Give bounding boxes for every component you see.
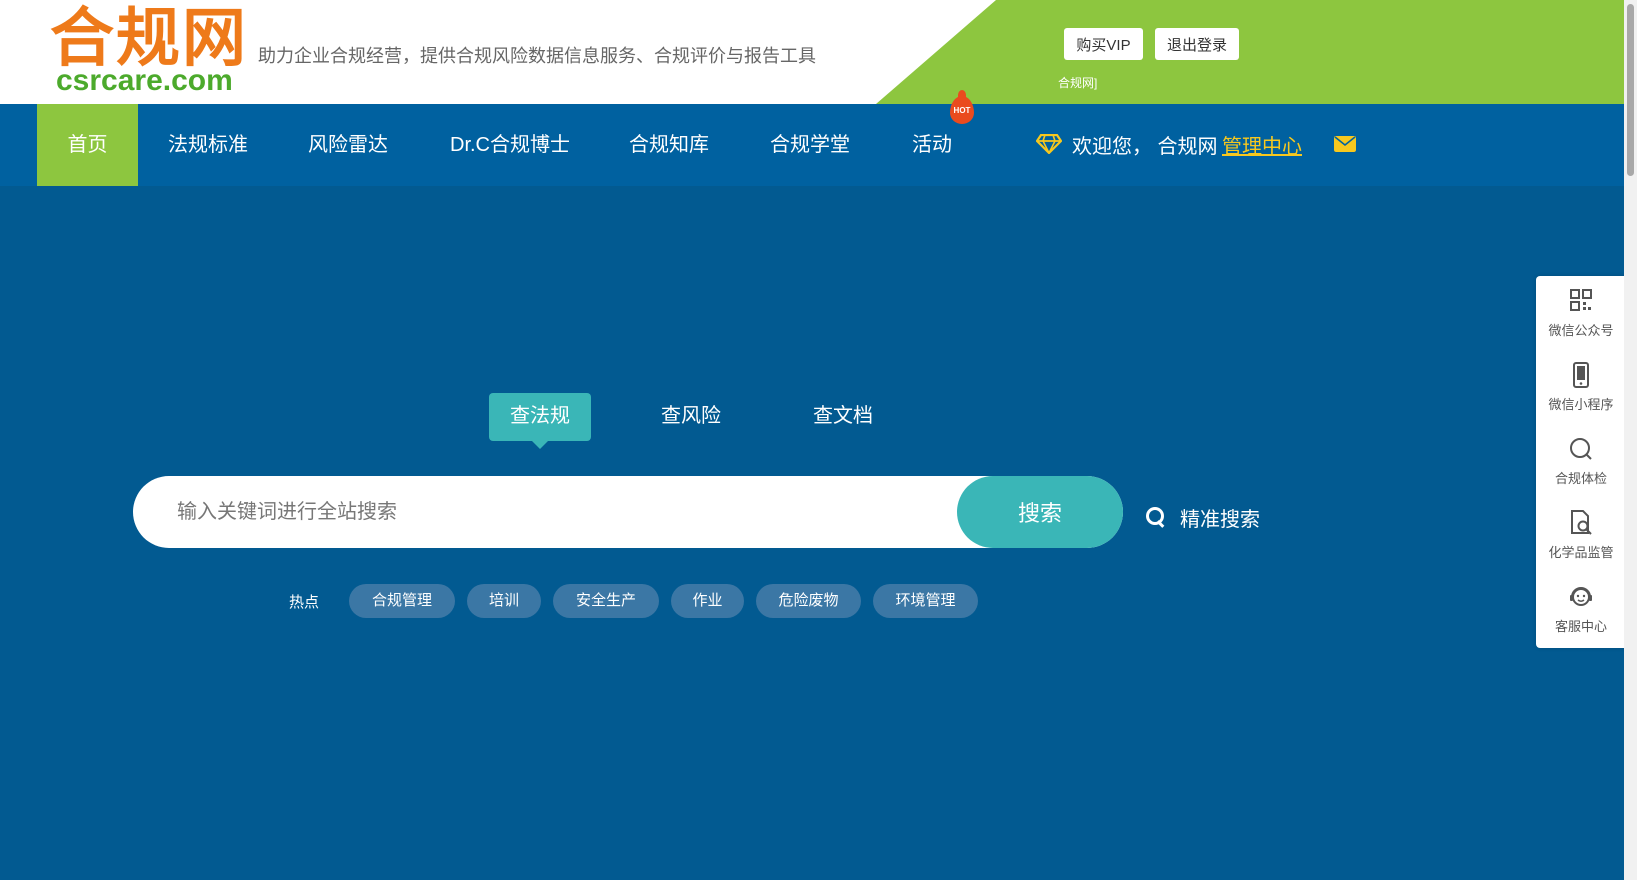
hot-topics-label: 热点 [289,594,320,611]
hot-tag[interactable]: 危险废物 [756,584,861,618]
header-green-panel [876,0,1624,104]
customer-service-icon [1570,587,1592,606]
float-item-label: 微信公众号 [1548,323,1614,338]
search-box: 搜索 [133,476,1123,548]
float-item-compliance-check[interactable]: 合规体检 [1536,424,1626,496]
main-navigation: 首页 法规标准 风险雷达 Dr.C合规博士 合规知库 合规学堂 活动 [0,104,1624,186]
welcome-text: 欢迎您， 合规网 [1072,136,1218,158]
site-tagline: 助力企业合规经营，提供合规风险数据信息服务、合规评价与报告工具 [258,46,816,66]
tab-search-documents[interactable]: 查文档 [797,393,889,441]
float-item-label: 合规体检 [1554,471,1607,486]
document-search-icon [1571,510,1592,535]
nav-item-risk-radar[interactable]: 风险雷达 [296,104,400,186]
mobile-phone-icon [1573,362,1589,388]
diamond-icon [1036,134,1062,154]
scrollbar-thumb[interactable] [1627,4,1634,176]
hot-tag[interactable]: 合规管理 [349,584,455,618]
float-item-chemical-regulation[interactable]: 化学品监管 [1536,498,1626,570]
float-item-label: 客服中心 [1554,619,1607,634]
tab-search-risks[interactable]: 查风险 [645,393,737,441]
logo-domain-text: csrcare.com [56,64,233,97]
hot-tag[interactable]: 环境管理 [873,584,978,618]
advanced-search-label: 精准搜索 [1180,508,1260,531]
management-center-link[interactable]: 管理中心 [1222,130,1302,159]
floating-sidebar: 微信公众号 微信小程序 合规体检 化学品监管 客服中心 [1536,276,1626,648]
nav-item-home[interactable]: 首页 [37,104,138,186]
float-item-label: 化学品监管 [1548,545,1614,560]
advanced-search-link[interactable]: 精准搜索 [1146,502,1260,532]
user-info-text: 合规网] [1058,76,1098,90]
nav-item-academy[interactable]: 合规学堂 [756,104,864,186]
logo-chinese-text: 合规网 [50,2,248,74]
hot-tag[interactable]: 培训 [467,584,541,618]
qr-code-icon [1570,289,1592,311]
page-scrollbar[interactable] [1624,0,1637,880]
nav-item-regulations[interactable]: 法规标准 [156,104,260,186]
search-input[interactable] [177,476,957,548]
search-circle-icon [1570,438,1592,460]
hot-badge-icon: HOT [950,90,974,124]
float-item-wechat-miniprogram[interactable]: 微信小程序 [1536,350,1626,422]
logout-button[interactable]: 退出登录 [1155,28,1239,60]
float-item-label: 微信小程序 [1548,397,1614,412]
search-icon [1146,507,1166,527]
mail-icon[interactable] [1334,136,1356,152]
search-button[interactable]: 搜索 [957,476,1123,548]
site-header: 合规网 csrcare.com 助力企业合规经营，提供合规风险数据信息服务、合规… [0,0,1624,104]
hot-tag[interactable]: 作业 [671,584,744,618]
nav-item-knowledge-base[interactable]: 合规知库 [614,104,724,186]
float-item-wechat-official[interactable]: 微信公众号 [1536,276,1626,348]
nav-item-dr-c[interactable]: Dr.C合规博士 [440,104,580,186]
buy-vip-button[interactable]: 购买VIP [1064,28,1143,60]
float-item-customer-service[interactable]: 客服中心 [1536,572,1626,644]
hot-tag[interactable]: 安全生产 [553,584,659,618]
tab-search-regulations[interactable]: 查法规 [489,393,591,449]
site-logo[interactable]: 合规网 csrcare.com [50,4,246,97]
